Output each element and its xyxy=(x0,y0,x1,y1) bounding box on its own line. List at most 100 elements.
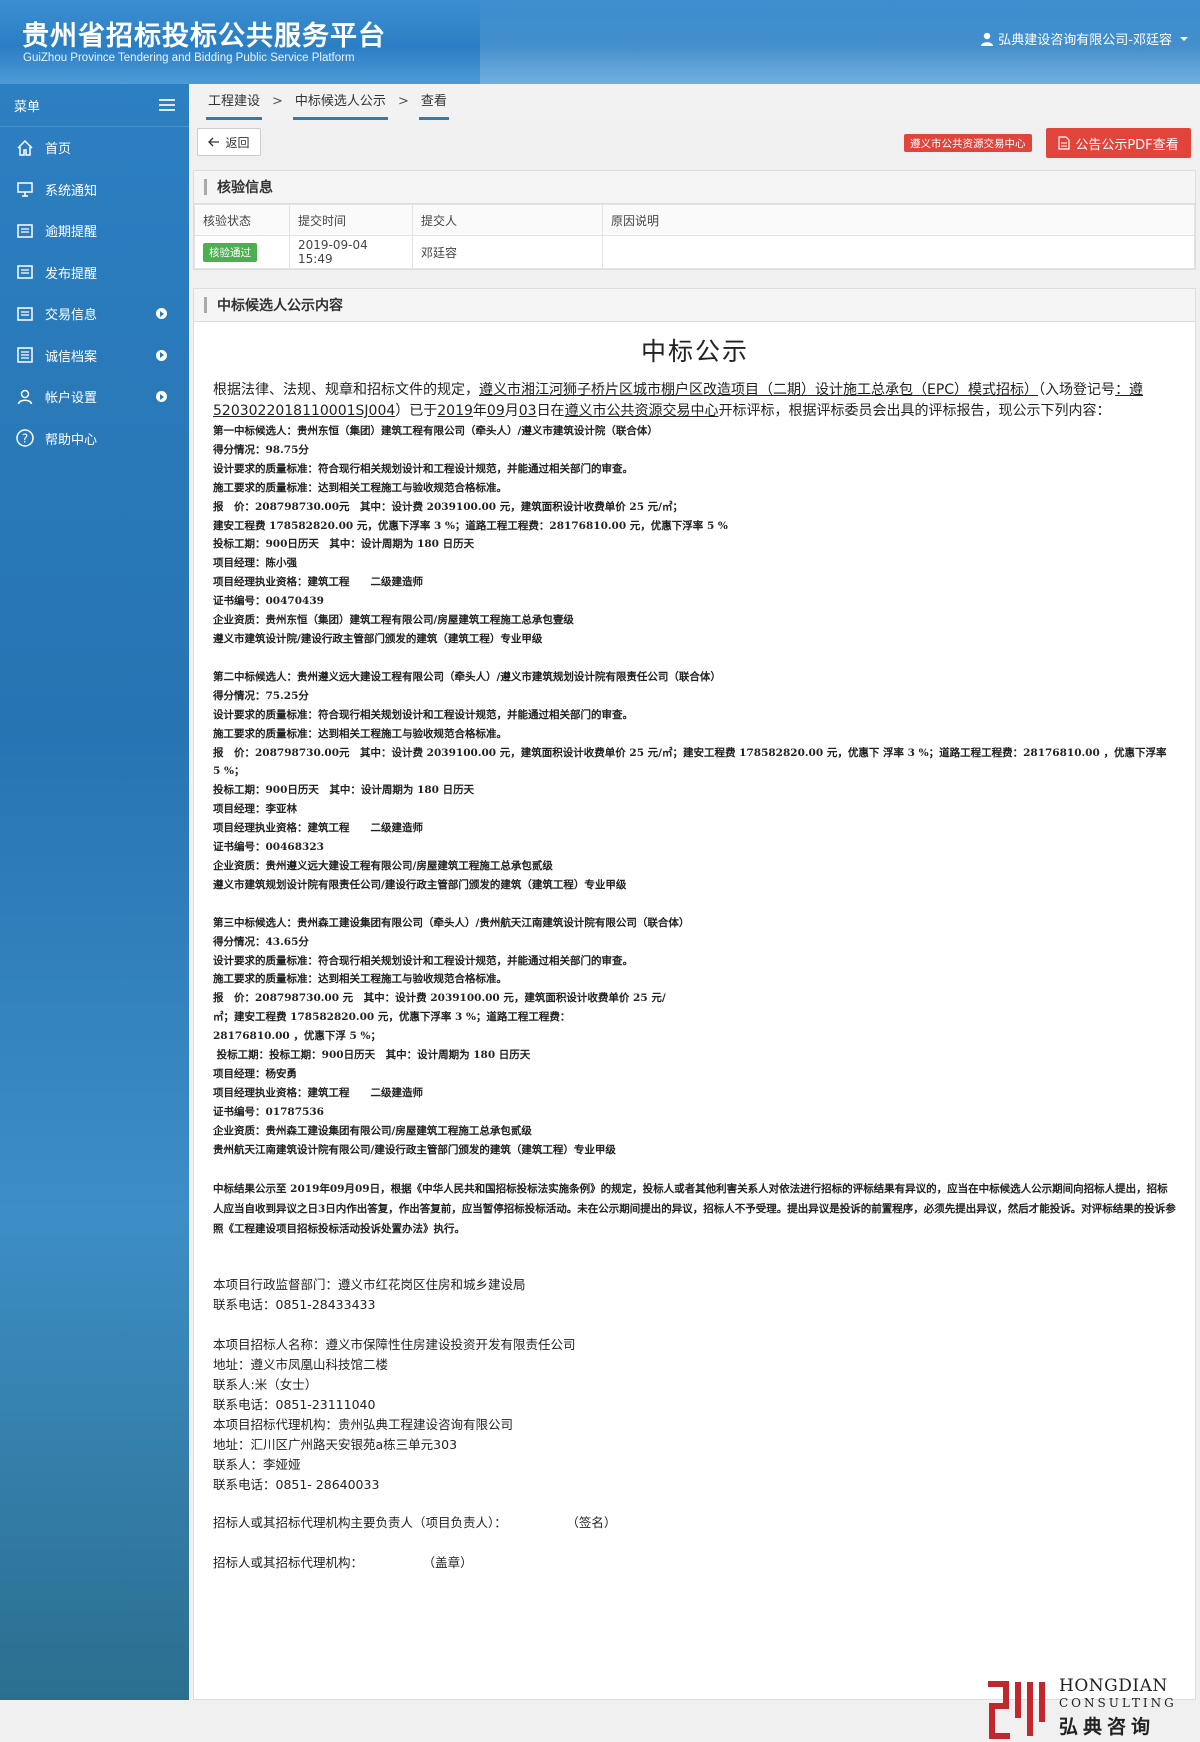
column-header: 提交人 xyxy=(412,204,603,236)
hamburger-icon[interactable] xyxy=(159,99,175,111)
pdf-icon xyxy=(1058,136,1070,150)
candidate-line: 企业资质：贵州遵义远大建设工程有限公司/房屋建筑工程施工总承包贰级 xyxy=(213,859,553,872)
announcement-document: 中标公示 根据法律、法规、规章和招标文件的规定，遵义市湘江河狮子桥片区城市棚户区… xyxy=(194,322,1195,1573)
seal-line: 招标人或其招标代理机构： （盖章） xyxy=(213,1554,473,1570)
candidate-line: 项目经理：李亚林 xyxy=(213,803,297,816)
candidate-line: 证书编号：01787536 xyxy=(213,1105,324,1118)
contact-line: 地址：遵义市凤凰山科技馆二楼 xyxy=(213,1356,389,1372)
open-day: 03 xyxy=(518,403,537,419)
sidebar-item-help-center[interactable]: ? 帮助中心 xyxy=(0,418,189,460)
sidebar-item-trade-info[interactable]: 交易信息 xyxy=(0,293,189,335)
candidate-line: 第一中标候选人：贵州东恒（集团）建筑工程有限公司（牵头人）/遵义市建筑设计院（联… xyxy=(213,425,658,437)
user-icon xyxy=(981,32,994,46)
candidate-line: 得分情况：98.75分 xyxy=(213,443,309,456)
sidebar-item-label: 发布提醒 xyxy=(45,266,98,282)
platform-subtitle: GuiZhou Province Tendering and Bidding P… xyxy=(23,52,355,64)
candidate-line: 遵义市建筑规划设计院有限责任公司/建设行政主管部门颁发的建筑（建筑工程）专业甲级 xyxy=(213,878,627,891)
candidate-line: 项目经理执业资格：建筑工程 二级建造师 xyxy=(213,1086,423,1099)
sidebar-item-home[interactable]: 首页 xyxy=(0,127,189,169)
view-pdf-label: 公告公示PDF查看 xyxy=(1075,137,1179,153)
back-icon xyxy=(208,137,220,147)
breadcrumb: 工程建设 > 中标候选人公示 > 查看 xyxy=(189,84,1200,120)
view-pdf-button[interactable]: 公告公示PDF查看 xyxy=(1046,128,1191,158)
candidate-line: 贵州航天江南建筑设计院有限公司/建设行政主管部门颁发的建筑（建筑工程）专业甲级 xyxy=(213,1143,616,1156)
contact-line: 本项目招标代理机构：贵州弘典工程建设咨询有限公司 xyxy=(213,1416,514,1432)
candidate-line: 建安工程费 178582820.00 元，优惠下浮率 3 %；道路工程工程费：2… xyxy=(213,519,728,532)
candidate-line: 投标工期：900日历天 其中：设计周期为 180 日历天 xyxy=(213,784,475,797)
candidate-line: 投标工期：900日历天 其中：设计周期为 180 日历天 xyxy=(213,538,475,551)
intro-text: （入场登记号 xyxy=(1038,382,1116,398)
intro-text: 根据法律、法规、规章和招标文件的规定， xyxy=(213,382,479,398)
candidate-line: 证书编号：00470439 xyxy=(213,595,324,608)
sidebar-item-label: 帐户设置 xyxy=(45,391,98,407)
candidate-line: 施工要求的质量标准：达到相关工程施工与验收规范合格标准。 xyxy=(213,973,507,986)
sidebar-item-publish-reminder[interactable]: 发布提醒 xyxy=(0,252,189,294)
list-icon xyxy=(14,344,36,366)
candidate-line: 第二中标候选人：贵州遵义远大建设工程有限公司（牵头人）/遵义市建筑规划设计院有限… xyxy=(213,670,721,683)
announcement-panel-header: 中标候选人公示内容 xyxy=(194,289,1195,322)
announcement-panel: 中标候选人公示内容 中标公示 根据法律、法规、规章和招标文件的规定，遵义市湘江河… xyxy=(193,288,1196,1700)
document-title: 中标公示 xyxy=(640,337,749,366)
venue-name: 遵义市公共资源交易中心 xyxy=(564,403,719,419)
column-header: 原因说明 xyxy=(602,204,1195,236)
candidate-line: 项目经理执业资格：建筑工程 二级建造师 xyxy=(213,822,423,835)
main-content: 工程建设 > 中标候选人公示 > 查看 返回 遵义市公共资源交易中心 公告公示P… xyxy=(189,84,1200,1739)
header-accent-bar xyxy=(204,179,207,195)
verify-panel-header: 核验信息 xyxy=(194,171,1195,204)
user-account-menu[interactable]: 弘典建设咨询有限公司-邓廷容 xyxy=(980,29,1188,48)
sidebar-item-label: 逾期提醒 xyxy=(45,225,98,241)
contact-line: 联系人：李娅娅 xyxy=(213,1456,301,1472)
back-button[interactable]: 返回 xyxy=(197,128,261,156)
verify-panel: 核验信息 核验状态 提交时间 提交人 原因说明 核验通过 2019-09-04 … xyxy=(193,170,1196,270)
breadcrumb-item-current: 查看 xyxy=(418,90,449,120)
sidebar-item-system-notice[interactable]: 系统通知 xyxy=(0,169,189,211)
menu-label: 菜单 xyxy=(14,99,41,115)
monitor-icon xyxy=(14,178,36,200)
candidate-line: 施工要求的质量标准：达到相关工程施工与验收规范合格标准。 xyxy=(213,727,507,740)
verify-table: 核验状态 提交时间 提交人 原因说明 核验通过 2019-09-04 15:49… xyxy=(194,204,1195,269)
intro-text: ）已于 xyxy=(395,403,438,419)
candidate-line: 企业资质：贵州森工建设集团有限公司/房屋建筑工程施工总承包贰级 xyxy=(213,1124,532,1137)
candidate-line: 设计要求的质量标准：符合现行相关规划设计和工程设计规范，并能通过相关部门的审查。 xyxy=(213,462,633,475)
trading-center-link[interactable]: 遵义市公共资源交易中心 xyxy=(904,134,1032,152)
sidebar-item-label: 帮助中心 xyxy=(45,432,98,448)
chevron-right-icon xyxy=(156,391,167,403)
candidate-line: 项目经理执业资格：建筑工程 二级建造师 xyxy=(213,576,423,589)
candidate-line: 设计要求的质量标准：符合现行相关规划设计和工程设计规范，并能通过相关部门的审查。 xyxy=(213,708,633,721)
candidate-line: 施工要求的质量标准：达到相关工程施工与验收规范合格标准。 xyxy=(213,481,507,494)
sidebar-menu-header: 菜单 xyxy=(0,84,189,127)
contact-line: 本项目招标人名称：遵义市保障性住房建设投资开发有限责任公司 xyxy=(213,1336,576,1352)
candidate-line: 项目经理：陈小强 xyxy=(213,557,297,570)
reason xyxy=(602,235,1195,269)
candidate-block-1: 第一中标候选人：贵州东恒（集团）建筑工程有限公司（牵头人）/遵义市建筑设计院（联… xyxy=(213,422,1177,649)
chevron-right-icon xyxy=(156,308,167,320)
chevron-down-icon xyxy=(1180,36,1188,41)
candidate-line: ㎡；建安工程费 178582820.00 元，优惠下浮率 3 %；道路工程工程费… xyxy=(213,1011,571,1024)
open-month: 09 xyxy=(486,403,505,419)
sidebar-item-account-settings[interactable]: 帐户设置 xyxy=(0,376,189,418)
supervisor-phone: 联系电话：0851-28433433 xyxy=(213,1296,376,1312)
breadcrumb-item[interactable]: 工程建设 xyxy=(206,90,263,120)
svg-text:?: ? xyxy=(22,432,28,446)
verify-panel-title: 核验信息 xyxy=(217,180,273,196)
breadcrumb-separator: > xyxy=(397,94,409,109)
status-cell: 核验通过 xyxy=(194,235,290,269)
intro-paragraph: 根据法律、法规、规章和招标文件的规定，遵义市湘江河狮子桥片区城市棚户区改造项目（… xyxy=(213,380,1177,422)
candidate-line: 项目经理：杨安勇 xyxy=(213,1068,297,1080)
open-year: 2019 xyxy=(437,403,473,419)
breadcrumb-item[interactable]: 中标候选人公示 xyxy=(292,90,388,120)
candidate-line: 报 价：208798730.00 元 其中：设计费 2039100.00 元，建… xyxy=(213,992,666,1005)
intro-text: 开标评标，根据评标委员会出具的评标报告，现公示下列内容： xyxy=(718,403,1111,419)
hongdian-logo-mark xyxy=(988,1681,1045,1739)
user-name: 弘典建设咨询有限公司-邓廷容 xyxy=(998,33,1172,48)
objection-notice: 中标结果公示至 2019年09月09日，根据《中华人民共和国招标投标法实施条例》… xyxy=(213,1182,1176,1235)
sidebar-item-credit-archive[interactable]: 诚信档案 xyxy=(0,335,189,377)
platform-title: 贵州省招标投标公共服务平台 xyxy=(22,21,386,52)
user-icon xyxy=(14,386,36,408)
candidate-line: 证书编号：00468323 xyxy=(213,841,324,854)
sidebar-item-label: 首页 xyxy=(45,142,72,158)
logo-text-en-sub: CONSULTING xyxy=(1059,1696,1177,1710)
sidebar-item-overdue-reminder[interactable]: 逾期提醒 xyxy=(0,210,189,252)
